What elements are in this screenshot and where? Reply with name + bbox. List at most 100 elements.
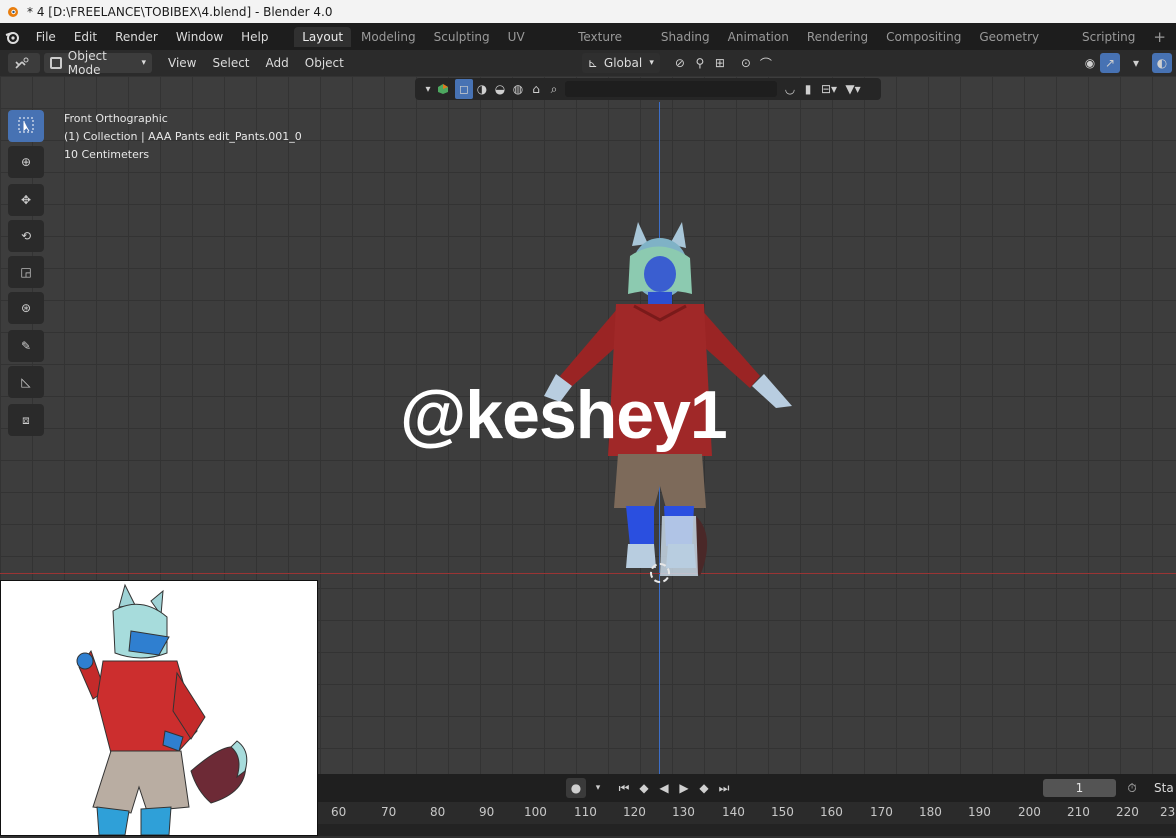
chevron-down-icon[interactable]: ▾ xyxy=(421,79,435,99)
rotate-tool[interactable]: ⟲ xyxy=(8,220,44,252)
pivot-point-icon[interactable]: ⊘ xyxy=(670,53,690,73)
menu-select[interactable]: Select xyxy=(204,56,257,70)
bookmark-icon[interactable]: ▮ xyxy=(799,79,817,99)
search-icon[interactable]: ⌕ xyxy=(545,79,563,99)
chevron-down-icon[interactable]: ▾ xyxy=(588,778,608,798)
timeline-ruler[interactable]: 60 70 80 90 100 110 120 130 140 150 160 … xyxy=(318,802,1176,824)
current-frame-field[interactable]: 1 xyxy=(1043,779,1116,797)
timeline-area[interactable] xyxy=(318,824,1176,836)
mode-label: Object Mode xyxy=(67,49,107,77)
jump-start-icon[interactable]: ⏮ xyxy=(614,778,634,798)
tab-modeling[interactable]: Modeling xyxy=(353,27,424,47)
search-input[interactable] xyxy=(565,81,777,97)
menu-add[interactable]: Add xyxy=(258,56,297,70)
tab-shading[interactable]: Shading xyxy=(653,27,718,47)
proportional-edit-icon[interactable]: ⊙ xyxy=(736,53,756,73)
menu-window[interactable]: Window xyxy=(167,27,232,47)
next-keyframe-icon[interactable]: ◆ xyxy=(694,778,714,798)
measure-icon: ◺ xyxy=(21,375,31,389)
material-shading-icon[interactable]: ◒ xyxy=(491,79,509,99)
snap-target-icon[interactable]: ⊞ xyxy=(710,53,730,73)
blender-logo-icon xyxy=(6,5,19,18)
viewport-info: Front Orthographic (1) Collection | AAA … xyxy=(64,110,302,164)
rendered-shading-icon[interactable]: ◍ xyxy=(509,79,527,99)
menu-file[interactable]: File xyxy=(27,27,65,47)
prev-keyframe-icon[interactable]: ◆ xyxy=(634,778,654,798)
tick-label: 150 xyxy=(771,805,794,819)
jump-end-icon[interactable]: ⏭ xyxy=(714,778,734,798)
overlay-dropdown-icon[interactable]: ▾ xyxy=(1126,53,1146,73)
tick-label: 70 xyxy=(381,805,397,819)
wireframe-shading-icon[interactable]: ◻ xyxy=(455,79,473,99)
add-cube-tool[interactable]: ⧈ xyxy=(8,404,44,436)
falloff-icon[interactable]: ⌒ xyxy=(756,53,776,73)
transform-tool[interactable]: ⊛ xyxy=(8,292,44,324)
menu-view[interactable]: View xyxy=(160,56,204,70)
tick-label: 210 xyxy=(1067,805,1090,819)
select-box-tool[interactable] xyxy=(8,110,44,142)
mode-dropdown[interactable]: Object Mode ▾ xyxy=(44,49,152,77)
tab-compositing[interactable]: Compositing xyxy=(878,27,969,47)
record-icon[interactable]: ● xyxy=(566,778,586,798)
tab-geometry-nodes[interactable]: Geometry Nodes xyxy=(971,27,1072,64)
orientation-label: Global xyxy=(603,56,643,70)
play-icon[interactable]: ▶ xyxy=(674,778,694,798)
tick-label: 130 xyxy=(672,805,695,819)
editor-type-dropdown[interactable] xyxy=(8,53,40,73)
tab-texture-paint[interactable]: Texture Paint xyxy=(570,27,651,64)
filter-icon[interactable]: ▼▾ xyxy=(841,79,865,99)
view-name: Front Orthographic xyxy=(64,112,168,125)
window-titlebar: * 4 [D:\FREELANCE\TOBIBEX\4.blend] - Ble… xyxy=(0,0,1176,23)
chevron-down-icon: ▾ xyxy=(649,58,654,68)
tick-label: 170 xyxy=(870,805,893,819)
gizmo-toggle-icon[interactable]: ↗ xyxy=(1100,53,1120,73)
visibility-icon[interactable]: ◉ xyxy=(1080,53,1100,73)
tick-label: 23 xyxy=(1160,805,1176,819)
tab-scripting[interactable]: Scripting xyxy=(1074,27,1143,47)
tick-label: 200 xyxy=(1018,805,1041,819)
play-reverse-icon[interactable]: ◀ xyxy=(654,778,674,798)
tab-animation[interactable]: Animation xyxy=(720,27,797,47)
menu-render[interactable]: Render xyxy=(106,27,167,47)
move-tool[interactable]: ✥ xyxy=(8,184,44,216)
watermark-text: @keshey1 xyxy=(400,377,728,453)
camera-icon[interactable]: ⌂ xyxy=(527,79,545,99)
move-icon: ✥ xyxy=(20,193,32,207)
tab-uv-editing[interactable]: UV Editing xyxy=(500,27,568,64)
snap-icon[interactable]: ⚲ xyxy=(690,53,710,73)
solid-shading-icon[interactable]: ◑ xyxy=(473,79,491,99)
tick-label: 140 xyxy=(722,805,745,819)
tick-label: 180 xyxy=(919,805,942,819)
start-frame-label[interactable]: Sta xyxy=(1154,781,1174,795)
rotate-icon: ⟲ xyxy=(20,229,32,243)
tab-sculpting[interactable]: Sculpting xyxy=(426,27,498,47)
tool-shelf: ⊕ ✥ ⟲ ◲ ⊛ ✎ ◺ ⧈ xyxy=(8,110,46,440)
scale-tool[interactable]: ◲ xyxy=(8,256,44,288)
add-workspace-button[interactable]: + xyxy=(1145,27,1174,47)
annotate-tool[interactable]: ✎ xyxy=(8,330,44,362)
scale-icon: ◲ xyxy=(20,265,32,279)
viewport-header: Object Mode ▾ View Select Add Object ⊾ G… xyxy=(0,49,1176,77)
3d-cursor[interactable] xyxy=(650,563,670,583)
orientation-dropdown[interactable]: ⊾ Global ▾ xyxy=(581,53,660,73)
axis-icon: ⊾ xyxy=(587,56,598,70)
layout-icon[interactable]: ⊟▾ xyxy=(817,79,841,99)
tick-label: 60 xyxy=(331,805,347,819)
tab-rendering[interactable]: Rendering xyxy=(799,27,876,47)
add-cube-icon: ⧈ xyxy=(22,412,30,427)
stopwatch-icon[interactable]: ⏱ xyxy=(1122,778,1142,798)
select-box-icon xyxy=(17,116,35,137)
reference-image xyxy=(0,580,318,836)
blender-menu-icon[interactable] xyxy=(4,27,21,47)
menu-help[interactable]: Help xyxy=(232,27,277,47)
collection-info: (1) Collection | AAA Pants edit_Pants.00… xyxy=(64,130,302,143)
object-mode-icon xyxy=(50,57,62,69)
overlay-toggle-icon[interactable]: ◐ xyxy=(1152,53,1172,73)
tab-layout[interactable]: Layout xyxy=(294,26,352,47)
measure-tool[interactable]: ◺ xyxy=(8,366,44,398)
menu-edit[interactable]: Edit xyxy=(65,27,106,47)
cursor-tool[interactable]: ⊕ xyxy=(8,146,44,178)
menu-object[interactable]: Object xyxy=(297,56,352,70)
mesh-mask-icon[interactable]: ◡ xyxy=(781,79,799,99)
object-type-visibility-icon[interactable] xyxy=(435,79,451,99)
